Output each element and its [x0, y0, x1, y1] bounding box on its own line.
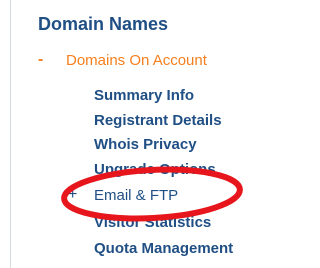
menu-item-label: Email & FTP	[94, 186, 179, 204]
menu-item-whois-privacy[interactable]: Whois Privacy	[94, 136, 197, 153]
menu-divider	[10, 0, 11, 268]
menu-item-quota-management[interactable]: Quota Management	[94, 240, 233, 257]
collapse-toggle[interactable]: -	[38, 51, 66, 69]
menu-item-registrant-details[interactable]: Registrant Details	[94, 112, 222, 129]
section-title: Domain Names	[38, 14, 169, 34]
group-label: Domains On Account	[66, 51, 207, 69]
domain-names-menu: Domain Names - Domains On Account Summar…	[0, 0, 279, 268]
group-domains-on-account[interactable]: - Domains On Account	[38, 51, 207, 69]
menu-item-upgrade-options[interactable]: Upgrade Options	[94, 161, 216, 178]
menu-item-visitor-statistics[interactable]: Visitor Statistics	[94, 214, 211, 231]
expand-toggle[interactable]: +	[68, 186, 94, 204]
menu-item-email-ftp[interactable]: + Email & FTP	[68, 186, 178, 204]
menu-item-summary-info[interactable]: Summary Info	[94, 87, 194, 104]
